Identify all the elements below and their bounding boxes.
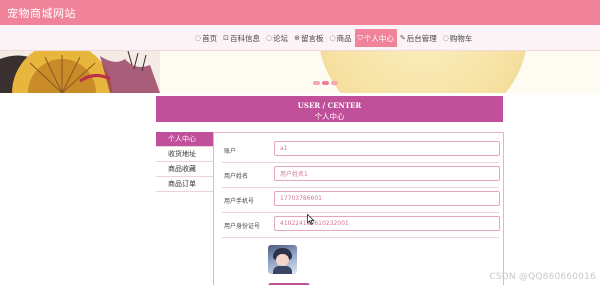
username-label: 用户姓名 (224, 173, 249, 180)
carousel-indicators[interactable] (313, 81, 340, 85)
form-row-phone: 用户手机号 (222, 188, 500, 213)
form-row-username: 用户姓名 (222, 163, 500, 188)
main-nav: ◌ 首页 ⊡ 百科信息 ◌ 论坛 ⊕ 留言板 ◌ 商品 ⛉ 个人中心 ✎ 后台管理 ◌ 购物车 (0, 25, 600, 51)
nav-label: 论坛 (273, 33, 289, 43)
carousel-dot[interactable] (322, 81, 329, 85)
phone-field[interactable] (274, 191, 500, 206)
nav-item-4[interactable]: ◌ 商品 (326, 29, 354, 47)
side-menu-user-center[interactable]: 个人中心 (156, 132, 213, 147)
home-icon: ◌ (195, 34, 202, 42)
nav-label: 首页 (202, 33, 218, 43)
form-row-id-card: 用户身份证号 (222, 213, 500, 238)
site-title[interactable]: 宠物商城网站 (7, 5, 76, 21)
account-label: 账户 (224, 148, 237, 155)
nav-item-6[interactable]: ✎ 后台管理 (397, 29, 440, 47)
profile-form: 账户 用户姓名 用户手机号 用户身份证号 (213, 132, 504, 285)
nav-item-0[interactable]: ◌ 首页 (192, 29, 220, 47)
nav-label: 后台管理 (406, 33, 437, 43)
side-menu-orders[interactable]: 商品订单 (156, 177, 213, 192)
id-card-label: 用户身份证号 (224, 223, 261, 230)
user-center-header: USER / CENTER 个人中心 (156, 96, 503, 122)
nav-item-3[interactable]: ⊕ 留言板 (291, 29, 326, 47)
cart-icon: ◌ (442, 34, 449, 42)
user-center-icon: ⛉ (357, 33, 363, 42)
account-field[interactable] (274, 141, 500, 156)
username-field[interactable] (274, 166, 500, 181)
message-board-icon: ⊕ (294, 34, 300, 42)
header-title-en: USER / CENTER (297, 101, 362, 110)
banner-fan-image (0, 51, 160, 93)
header-title-cn: 个人中心 (314, 112, 345, 121)
carousel-dot[interactable] (331, 81, 338, 85)
nav-label: 购物车 (449, 33, 473, 43)
form-row-account: 账户 (222, 138, 500, 163)
top-bar: 宠物商城网站 (0, 0, 600, 25)
moon-image (318, 51, 528, 93)
forum-icon: ◌ (265, 34, 273, 42)
side-menu-favorites[interactable]: 商品收藏 (156, 162, 213, 177)
side-menu: 个人中心 收货地址 商品收藏 商品订单 (156, 132, 213, 192)
nav-label: 百科信息 (229, 33, 260, 43)
products-icon: ◌ (329, 34, 336, 42)
nav-item-5[interactable]: ⛉ 个人中心 (354, 29, 397, 47)
avatar[interactable] (268, 245, 297, 274)
watermark: CSDN @QQ860660016 (489, 272, 596, 282)
nav-item-7[interactable]: ◌ 购物车 (440, 29, 476, 47)
phone-label: 用户手机号 (224, 198, 255, 205)
carousel-dot[interactable] (313, 81, 320, 85)
nav-label: 商品 (336, 33, 352, 43)
nav-label: 留言板 (300, 33, 324, 43)
mouse-cursor-icon (307, 214, 315, 225)
encyclopedia-icon: ⊡ (223, 34, 229, 42)
nav-item-1[interactable]: ⊡ 百科信息 (220, 29, 263, 47)
side-menu-address[interactable]: 收货地址 (156, 147, 213, 162)
admin-icon: ✎ (399, 34, 406, 42)
banner-carousel[interactable] (0, 51, 600, 93)
nav-item-2[interactable]: ◌ 论坛 (263, 29, 291, 47)
nav-label: 个人中心 (363, 33, 394, 43)
